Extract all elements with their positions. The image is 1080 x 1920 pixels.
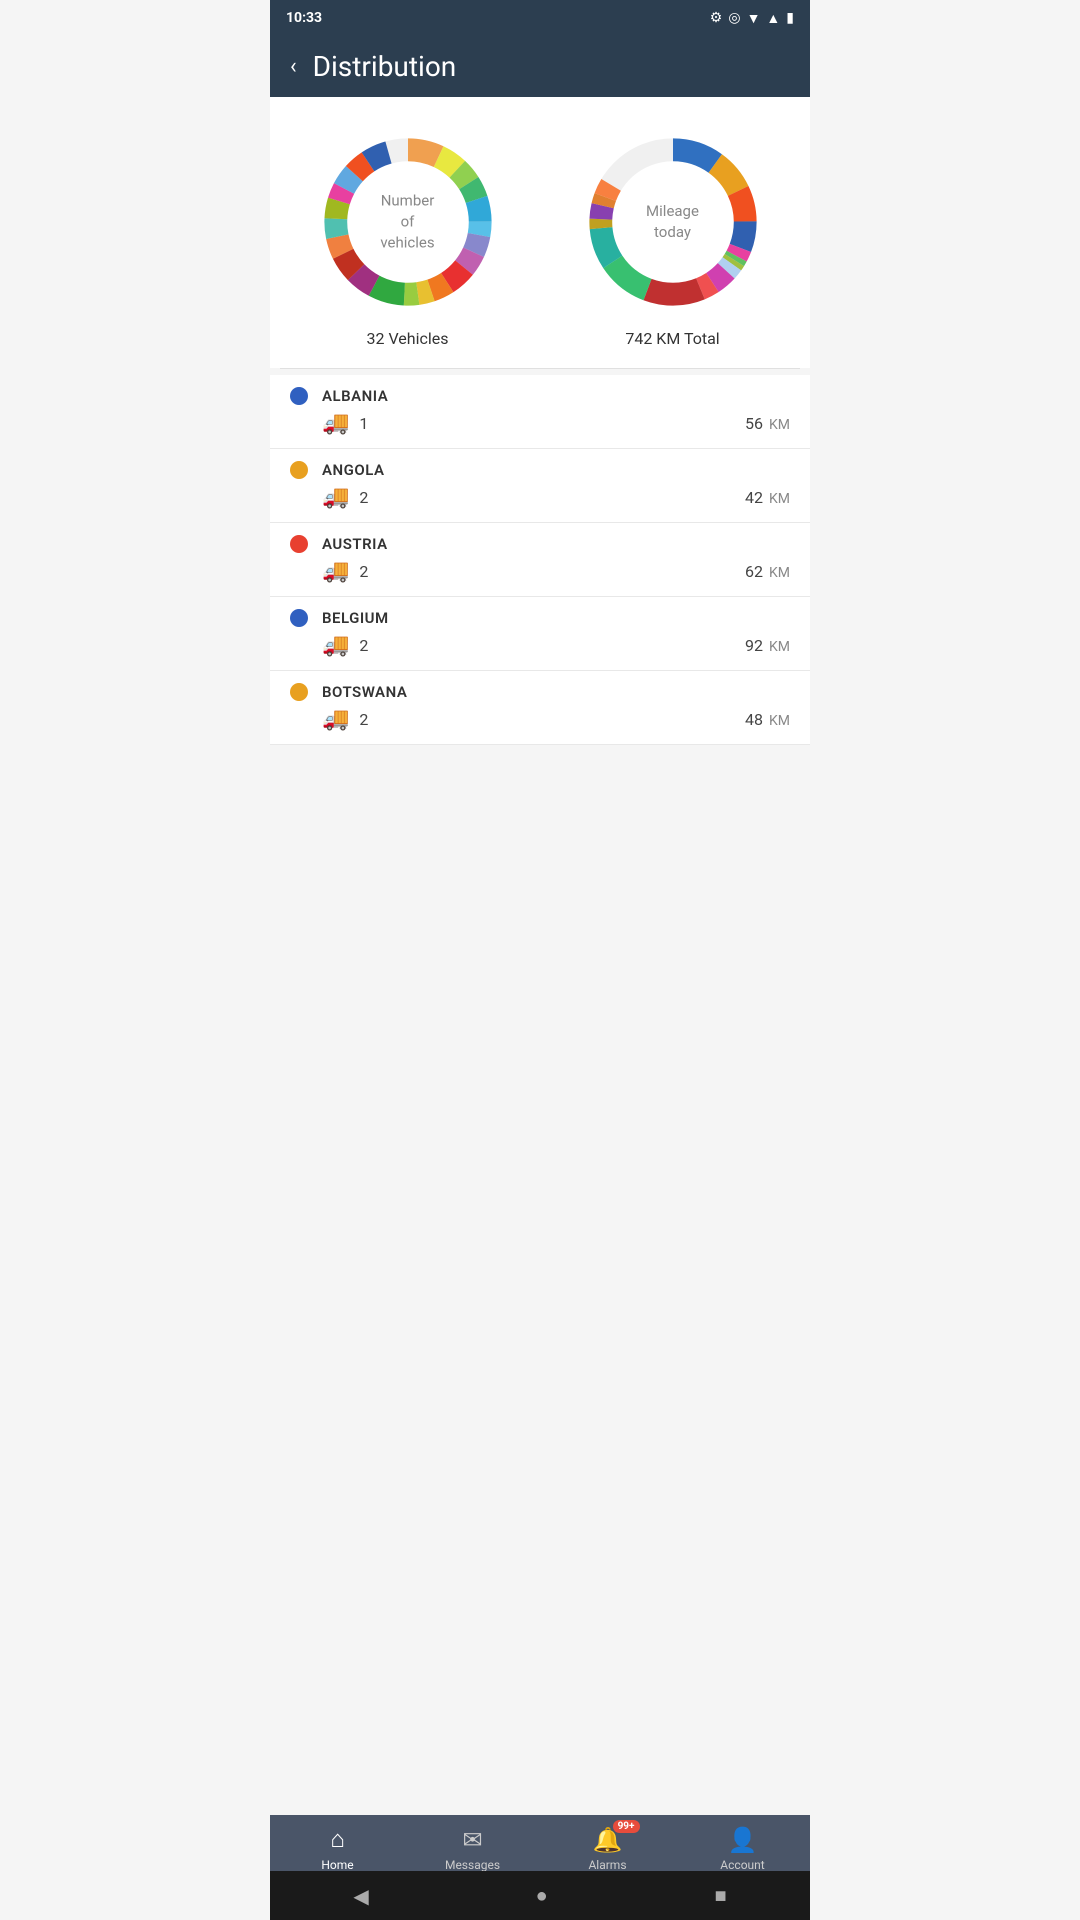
nav-label-messages: Messages <box>445 1858 500 1872</box>
vehicles-label: 32 Vehicles <box>367 329 449 348</box>
android-home-button[interactable]: ● <box>536 1883 548 1908</box>
nav-label-home: Home <box>321 1858 353 1872</box>
android-recent-button[interactable]: ■ <box>714 1883 726 1908</box>
mileage-unit: KM <box>769 491 790 507</box>
country-dot <box>290 683 308 701</box>
country-name: AUSTRIA <box>322 535 388 553</box>
vehicle-count: 2 <box>359 710 368 729</box>
country-name: BELGIUM <box>322 609 389 627</box>
nav-icon-account: 👤 <box>728 1826 758 1854</box>
android-nav: ◀ ● ■ <box>270 1871 810 1920</box>
mileage-value: 62 <box>745 562 763 581</box>
nav-item-alarms[interactable]: 🔔99+ Alarms <box>568 1826 648 1872</box>
country-dot <box>290 535 308 553</box>
status-icons: ⚙ ◎ ▼ ▲ ▮ <box>710 10 794 27</box>
mileage-unit: KM <box>769 713 790 729</box>
country-item[interactable]: AUSTRIA 🚚 2 62 KM <box>270 523 810 597</box>
truck-icon: 🚚 <box>322 707 349 732</box>
nav-icon-messages: ✉ <box>462 1826 482 1854</box>
charts-divider <box>280 368 800 369</box>
country-dot <box>290 461 308 479</box>
nav-icon-alarms: 🔔99+ <box>593 1826 623 1854</box>
mileage-unit: KM <box>769 565 790 581</box>
mileage-unit: KM <box>769 417 790 433</box>
mileage-value: 48 <box>745 710 763 729</box>
mileage-center-text: Mileage today <box>646 201 699 243</box>
circle-icon: ◎ <box>728 10 740 26</box>
page-title: Distribution <box>313 50 457 83</box>
truck-icon: 🚚 <box>322 559 349 584</box>
country-name: BOTSWANA <box>322 683 407 701</box>
country-list: ALBANIA 🚚 1 56 KM ANGOLA 🚚 2 <box>270 375 810 745</box>
nav-icon-home: ⌂ <box>330 1825 345 1854</box>
country-item[interactable]: ANGOLA 🚚 2 42 KM <box>270 449 810 523</box>
mileage-label: 742 KM Total <box>625 329 719 348</box>
vehicles-center-text: Number of vehicles <box>380 191 434 254</box>
truck-icon: 🚚 <box>322 411 349 436</box>
signal-icon: ▲ <box>766 10 780 27</box>
country-item[interactable]: BELGIUM 🚚 2 92 KM <box>270 597 810 671</box>
nav-label-account: Account <box>720 1858 764 1872</box>
truck-icon: 🚚 <box>322 485 349 510</box>
vehicles-chart-container: Number of vehicles 32 Vehicles <box>313 127 503 348</box>
country-dot <box>290 387 308 405</box>
mileage-unit: KM <box>769 639 790 655</box>
battery-icon: ▮ <box>786 10 794 26</box>
vehicle-count: 2 <box>359 488 368 507</box>
nav-badge-alarms: 99+ <box>613 1820 640 1833</box>
nav-label-alarms: Alarms <box>588 1858 626 1872</box>
charts-area: Number of vehicles 32 Vehicles <box>270 97 810 368</box>
nav-item-account[interactable]: 👤 Account <box>703 1826 783 1872</box>
nav-item-messages[interactable]: ✉ Messages <box>433 1826 513 1872</box>
mileage-chart-container: Mileage today 742 KM Total <box>578 127 768 348</box>
truck-icon: 🚚 <box>322 633 349 658</box>
settings-icon: ⚙ <box>710 10 723 26</box>
mileage-donut-chart: Mileage today <box>578 127 768 317</box>
vehicle-count: 1 <box>359 414 368 433</box>
mileage-value: 42 <box>745 488 763 507</box>
vehicles-donut-chart: Number of vehicles <box>313 127 503 317</box>
wifi-icon: ▼ <box>747 10 761 27</box>
country-name: ANGOLA <box>322 461 384 479</box>
back-button[interactable]: ‹ <box>290 54 297 79</box>
mileage-value: 92 <box>745 636 763 655</box>
mileage-value: 56 <box>745 414 763 433</box>
country-name: ALBANIA <box>322 387 388 405</box>
nav-item-home[interactable]: ⌂ Home <box>298 1825 378 1872</box>
status-time: 10:33 <box>286 10 322 26</box>
country-item[interactable]: BOTSWANA 🚚 2 48 KM <box>270 671 810 745</box>
status-bar: 10:33 ⚙ ◎ ▼ ▲ ▮ <box>270 0 810 36</box>
country-item[interactable]: ALBANIA 🚚 1 56 KM <box>270 375 810 449</box>
android-back-button[interactable]: ◀ <box>353 1884 368 1908</box>
header: ‹ Distribution <box>270 36 810 97</box>
vehicle-count: 2 <box>359 562 368 581</box>
country-dot <box>290 609 308 627</box>
vehicle-count: 2 <box>359 636 368 655</box>
